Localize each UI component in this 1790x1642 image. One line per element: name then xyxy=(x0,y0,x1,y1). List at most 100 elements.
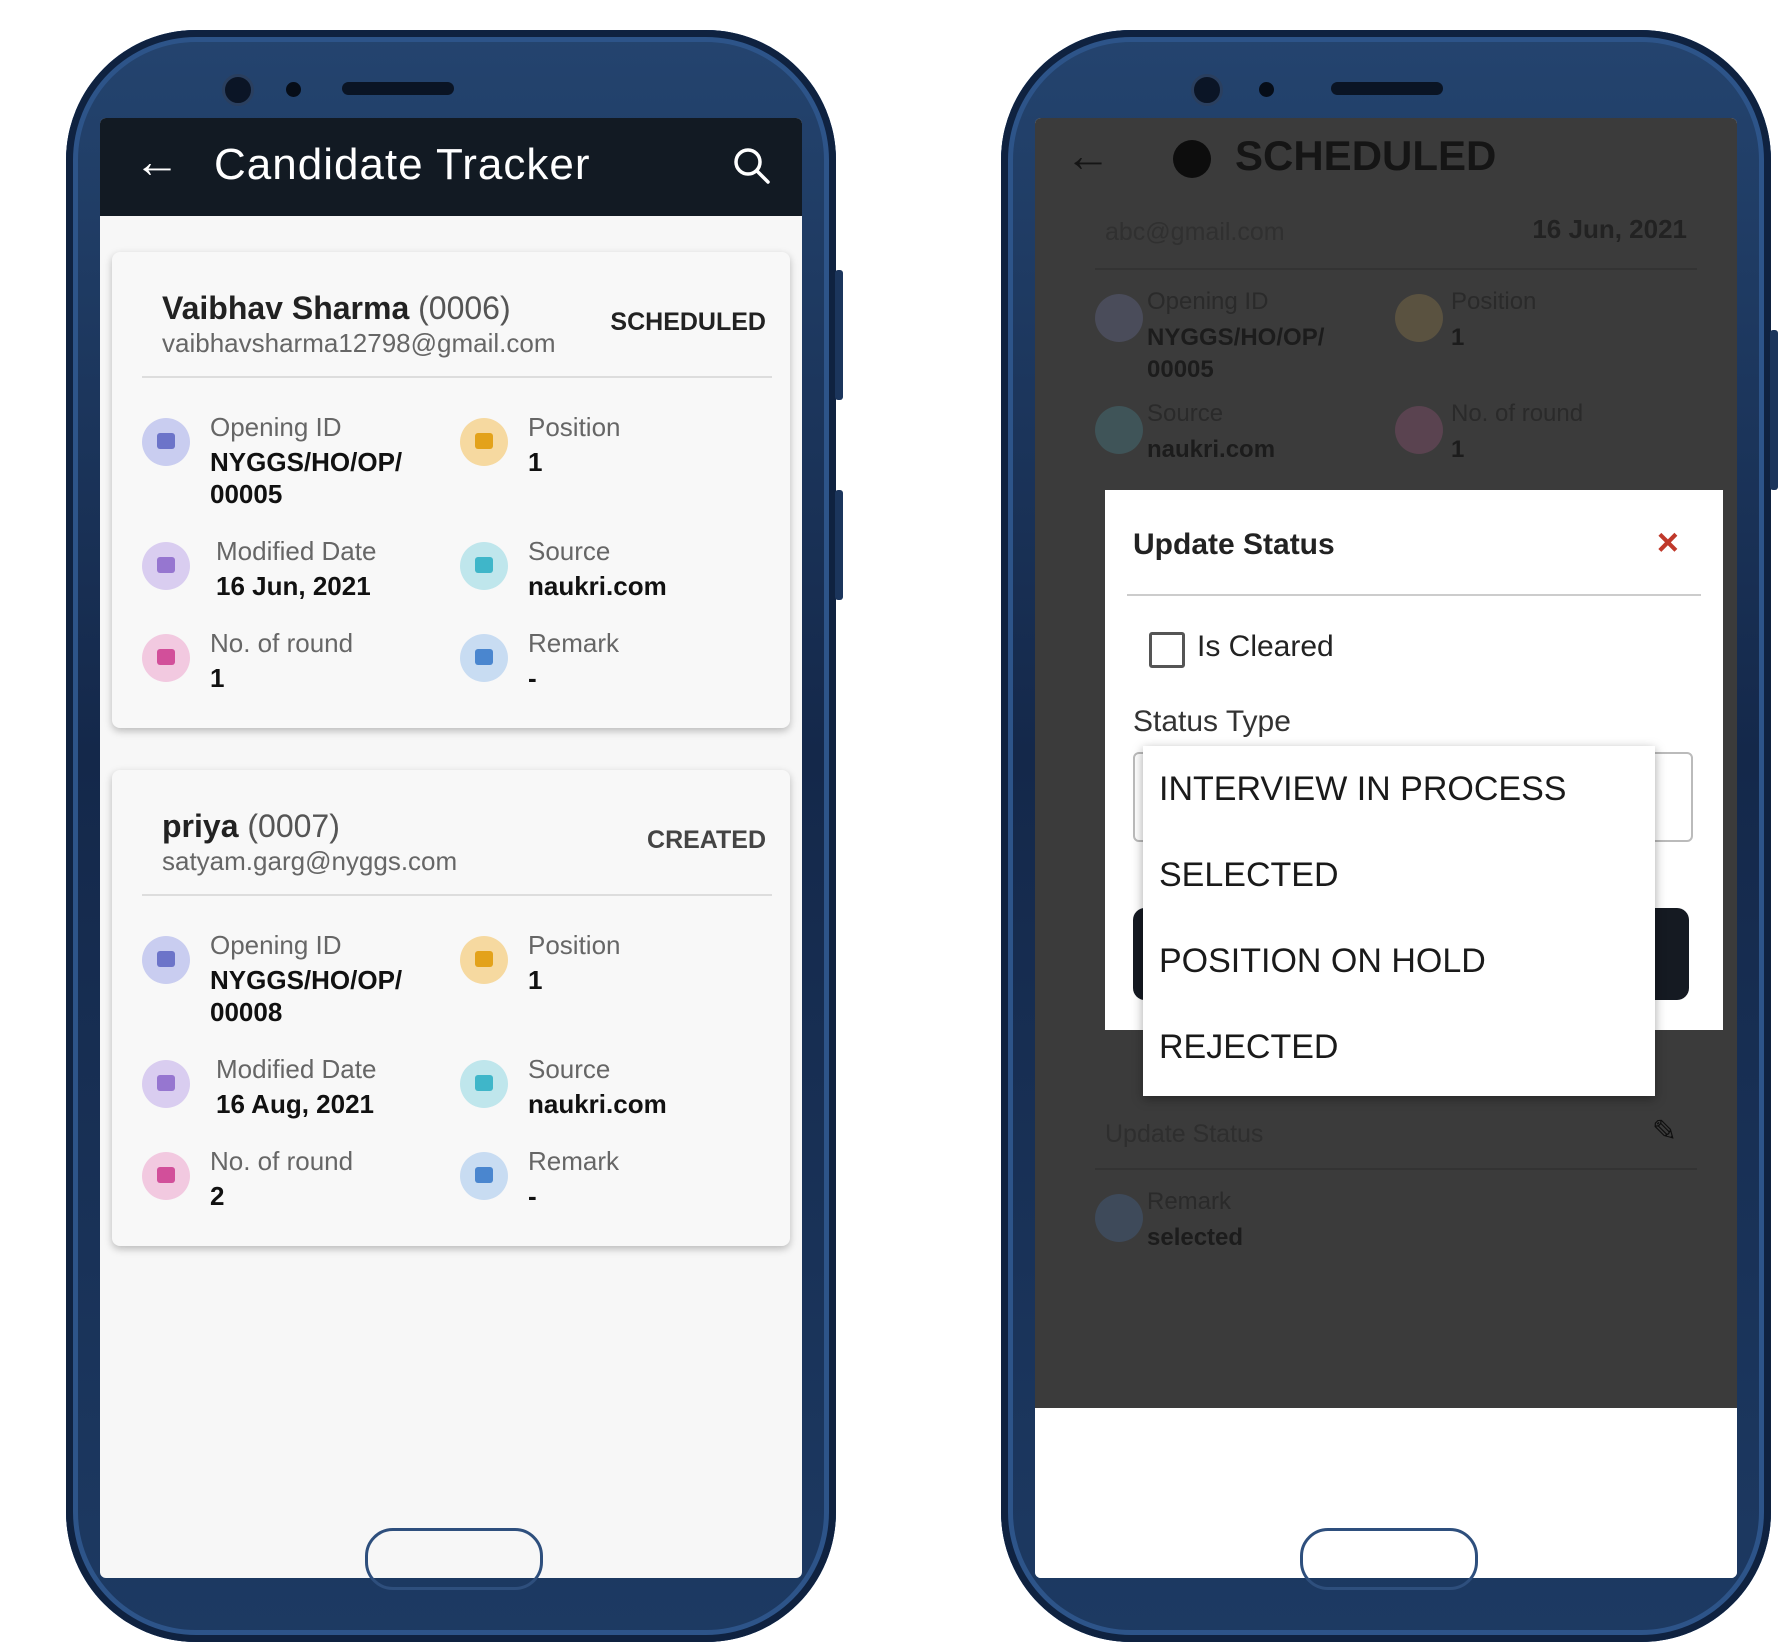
field-value: - xyxy=(528,1181,537,1211)
field-label: Opening ID xyxy=(210,930,342,960)
phone-right: ← SCHEDULED abc@gmail.com 16 Jun, 2021 O… xyxy=(1001,30,1778,1642)
close-icon[interactable]: × xyxy=(1657,522,1679,565)
detail-date: 16 Jun, 2021 xyxy=(1532,214,1687,244)
field-value: 16 Jun, 2021 xyxy=(216,571,371,601)
field-label: Modified Date xyxy=(216,536,377,566)
dialog-title: Update Status xyxy=(1133,528,1335,561)
briefcase-icon xyxy=(460,1060,508,1108)
field-value: NYGGS/HO/OP/ 00005 xyxy=(210,447,403,509)
badge-icon xyxy=(1395,294,1443,342)
volume-button xyxy=(835,270,843,400)
candidate-name-line: Vaibhav Sharma (0006) xyxy=(162,290,511,327)
menu-item-selected[interactable]: SELECTED xyxy=(1143,832,1655,918)
pencil-icon[interactable]: ✎ xyxy=(1652,1114,1677,1149)
field-label: Source xyxy=(528,1054,611,1084)
search-icon[interactable] xyxy=(732,146,772,191)
page-title: Candidate Tracker xyxy=(214,140,591,189)
field-label: Opening ID xyxy=(1147,288,1269,315)
update-status-label: Update Status xyxy=(1105,1120,1264,1148)
earpiece-speaker xyxy=(1331,82,1443,95)
field-label: Opening ID xyxy=(210,412,342,442)
screen-right: ← SCHEDULED abc@gmail.com 16 Jun, 2021 O… xyxy=(1035,118,1737,1578)
detail-email: abc@gmail.com xyxy=(1105,218,1285,246)
sensor-dot xyxy=(286,82,301,97)
arrow-left-icon[interactable]: ← xyxy=(1065,128,1111,182)
modal-backdrop[interactable]: ← SCHEDULED abc@gmail.com 16 Jun, 2021 O… xyxy=(1035,118,1737,1408)
field-label: Remark xyxy=(528,628,620,658)
field-value: NYGGS/HO/OP/ 00008 xyxy=(210,965,403,1027)
home-button xyxy=(1300,1528,1478,1590)
field-value: naukri.com xyxy=(528,1089,667,1119)
divider xyxy=(1127,594,1701,596)
menu-item-rejected[interactable]: REJECTED xyxy=(1143,1004,1655,1090)
field-value: 1 xyxy=(1451,436,1465,463)
rounds-icon xyxy=(142,634,190,682)
calendar-icon xyxy=(142,1060,190,1108)
is-cleared-label: Is Cleared xyxy=(1197,630,1334,663)
field-label: Position xyxy=(1451,288,1537,315)
field-label: No. of round xyxy=(1451,400,1584,427)
briefcase-icon xyxy=(460,542,508,590)
field-label: Source xyxy=(1147,400,1224,427)
candidate-card[interactable]: priya (0007) satyam.garg@nyggs.com CREAT… xyxy=(112,770,790,1246)
candidate-id: (0006) xyxy=(418,290,511,326)
app-bar: ← Candidate Tracker xyxy=(100,118,802,216)
field-value: - xyxy=(528,663,537,693)
front-camera xyxy=(222,74,254,106)
menu-item-position-on-hold[interactable]: POSITION ON HOLD xyxy=(1143,918,1655,1004)
field-value: NYGGS/HO/OP/ 00005 xyxy=(1147,324,1325,383)
field-value: 2 xyxy=(210,1181,225,1211)
arrow-left-icon[interactable]: ← xyxy=(134,134,180,188)
field-value: 1 xyxy=(528,965,543,995)
candidate-email: satyam.garg@nyggs.com xyxy=(162,846,458,876)
search-document-icon xyxy=(142,418,190,466)
divider xyxy=(142,894,772,896)
badge-icon xyxy=(460,418,508,466)
is-cleared-checkbox[interactable] xyxy=(1149,632,1185,668)
detail-title: SCHEDULED xyxy=(1235,132,1497,179)
field-label: No. of round xyxy=(210,628,354,658)
field-label: Remark xyxy=(528,1146,620,1176)
status-badge: CREATED xyxy=(647,826,766,854)
field-value: 1 xyxy=(1451,324,1465,351)
search-document-icon xyxy=(1095,294,1143,342)
status-type-label: Status Type xyxy=(1133,705,1291,738)
field-value: naukri.com xyxy=(1147,436,1276,463)
candidate-name: Vaibhav Sharma xyxy=(162,290,410,326)
rounds-icon xyxy=(1395,406,1443,454)
divider xyxy=(1095,1168,1697,1170)
note-icon xyxy=(1095,1194,1143,1242)
field-value: selected xyxy=(1147,1224,1244,1251)
earpiece-speaker xyxy=(342,82,454,95)
briefcase-icon xyxy=(1095,406,1143,454)
candidate-card[interactable]: Vaibhav Sharma (0006) vaibhavsharma12798… xyxy=(112,252,790,728)
field-label: Source xyxy=(528,536,611,566)
candidate-email: vaibhavsharma12798@gmail.com xyxy=(162,328,556,358)
divider xyxy=(142,376,772,378)
home-button xyxy=(365,1528,543,1590)
field-value: 1 xyxy=(210,663,225,693)
divider xyxy=(1095,268,1697,270)
screen-left: ← Candidate Tracker Vaibhav Sharma (0006… xyxy=(100,118,802,1578)
field-label: Position xyxy=(528,930,621,960)
sensor-dot xyxy=(1259,82,1274,97)
calendar-icon xyxy=(142,542,190,590)
field-value: naukri.com xyxy=(528,571,667,601)
volume-button xyxy=(1770,330,1778,490)
power-button xyxy=(835,490,843,600)
candidate-name-line: priya (0007) xyxy=(162,808,340,845)
candidate-name: priya xyxy=(162,808,239,844)
field-label: Remark xyxy=(1147,1188,1232,1215)
menu-item-interview-in-process[interactable]: INTERVIEW IN PROCESS xyxy=(1143,746,1655,832)
check-circle-icon xyxy=(1173,140,1211,178)
status-badge: SCHEDULED xyxy=(610,308,766,336)
field-label: Modified Date xyxy=(216,1054,377,1084)
candidate-id: (0007) xyxy=(247,808,340,844)
field-value: 16 Aug, 2021 xyxy=(216,1089,375,1119)
rounds-icon xyxy=(142,1152,190,1200)
status-dropdown-menu: INTERVIEW IN PROCESS SELECTED POSITION O… xyxy=(1143,746,1655,1096)
search-document-icon xyxy=(142,936,190,984)
badge-icon xyxy=(460,936,508,984)
phone-left: ← Candidate Tracker Vaibhav Sharma (0006… xyxy=(66,30,843,1642)
field-value: 1 xyxy=(528,447,543,477)
